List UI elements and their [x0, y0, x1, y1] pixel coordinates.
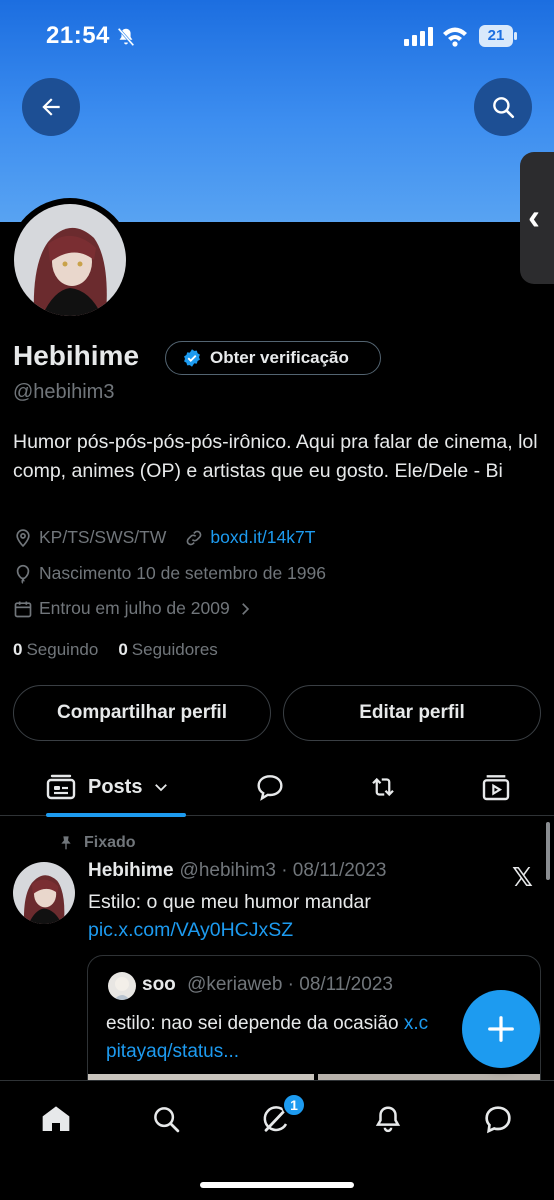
grok-badge: 1	[282, 1093, 306, 1117]
get-verified-label: Obter verificação	[210, 348, 349, 367]
profile-joined-row[interactable]: Entrou em julho de 2009	[13, 598, 260, 619]
quote-link[interactable]: x.c	[404, 1013, 428, 1034]
tab-reposts[interactable]	[366, 758, 400, 816]
tab-posts-label: Posts	[88, 775, 143, 798]
search-button[interactable]	[474, 78, 532, 136]
profile-birth-row: Nascimento 10 de setembro de 1996	[13, 563, 326, 584]
back-button[interactable]	[22, 78, 80, 136]
chat-bubble-icon	[485, 1106, 511, 1134]
wifi-icon	[443, 27, 467, 47]
followers-count: 0	[118, 640, 128, 659]
bell-icon	[375, 1106, 401, 1133]
location-pin-icon	[16, 528, 30, 547]
search-icon	[493, 97, 515, 119]
chevron-right-icon	[241, 602, 249, 615]
arrow-left-icon	[42, 98, 60, 116]
scrollbar[interactable]	[546, 822, 550, 880]
profile-avatar[interactable]	[8, 198, 132, 322]
profile-bio: Humor pós-pós-pós-pós-irônico. Aqui pra …	[13, 431, 538, 482]
side-panel-handle[interactable]: ‹	[520, 152, 554, 284]
avatar-image	[13, 862, 75, 924]
repost-icon	[372, 777, 394, 797]
tweet-author-name: Hebihime	[88, 860, 174, 881]
quote-header: soo @keriaweb · 08/11/2023	[142, 974, 393, 996]
tweet-author-meta: @hebihim3 · 08/11/2023	[179, 860, 387, 881]
search-icon	[154, 1107, 180, 1133]
balloon-icon	[16, 564, 30, 584]
status-time: 21:54	[46, 22, 110, 49]
nav-notifications[interactable]	[368, 1099, 408, 1139]
nav-home[interactable]	[36, 1099, 76, 1139]
home-indicator[interactable]	[200, 1182, 354, 1188]
follow-stats: 0 Seguindo 0 Seguidores	[13, 640, 218, 660]
posts-tab-icon	[46, 774, 76, 800]
silent-bell-icon	[117, 27, 135, 47]
pinned-indicator: Fixado	[58, 834, 136, 852]
share-profile-button[interactable]: Compartilhar perfil	[13, 685, 271, 741]
speech-bubble-icon	[257, 775, 283, 801]
pinned-label: Fixado	[84, 834, 136, 851]
battery-level: 21	[487, 27, 505, 44]
tab-posts[interactable]: Posts	[46, 758, 186, 817]
nav-messages[interactable]	[478, 1099, 518, 1139]
tweet-header[interactable]: Hebihime @hebihim3 · 08/11/2023	[88, 860, 387, 882]
following-label: Seguindo	[26, 640, 99, 659]
cellular-signal-icon	[404, 27, 433, 46]
quote-author-meta: @keriaweb · 08/11/2023	[187, 974, 393, 995]
followers-label: Seguidores	[131, 640, 218, 659]
verified-badge-icon	[184, 349, 200, 367]
status-bar: 21:54 21	[0, 0, 554, 70]
edit-profile-button[interactable]: Editar perfil	[283, 685, 541, 741]
profile-meta-row: KP/TS/SWS/TW boxd.it/14k7T	[13, 527, 315, 548]
video-gallery-icon	[482, 775, 510, 801]
tweet-text[interactable]: Estilo: o que meu humor mandar pic.x.com…	[88, 888, 508, 944]
profile-name: Hebihime	[13, 340, 140, 371]
avatar-image	[14, 204, 126, 316]
quote-body: estilo: nao sei depende da ocasião	[106, 1013, 404, 1034]
pin-icon	[61, 836, 71, 850]
compose-button[interactable]	[462, 990, 540, 1068]
plus-icon	[488, 1016, 514, 1042]
profile-handle: @hebihim3	[13, 381, 115, 403]
profile-birth: Nascimento 10 de setembro de 1996	[39, 563, 326, 583]
tab-media[interactable]	[480, 758, 512, 816]
x-logo-icon: 𝕏	[512, 862, 533, 892]
profile-joined: Entrou em julho de 2009	[39, 598, 230, 618]
chevron-left-icon: ‹	[528, 196, 540, 237]
tweet-author-avatar[interactable]	[13, 862, 75, 924]
following-stat[interactable]: 0 Seguindo	[13, 640, 98, 660]
nav-explore[interactable]	[146, 1099, 186, 1139]
profile-location: KP/TS/SWS/TW	[39, 527, 167, 547]
chevron-down-icon	[155, 784, 168, 792]
profile-tabs: Posts	[0, 758, 554, 817]
quote-link-cont[interactable]: pitayaq/status...	[106, 1041, 239, 1062]
quote-author-avatar	[108, 972, 136, 1000]
tweet-body: Estilo: o que meu humor mandar	[88, 891, 371, 913]
home-icon	[42, 1106, 70, 1131]
avatar-image	[108, 972, 136, 1000]
get-verified-button[interactable]: Obter verificação	[165, 341, 381, 375]
link-icon	[187, 530, 202, 545]
profile-website-link[interactable]: boxd.it/14k7T	[210, 527, 315, 548]
tab-replies[interactable]	[254, 758, 286, 816]
tweet-media-link[interactable]: pic.x.com/VAy0HCJxSZ	[88, 919, 293, 941]
quote-author-name: soo	[142, 974, 176, 995]
calendar-icon	[14, 601, 32, 617]
following-count: 0	[13, 640, 23, 659]
followers-stat[interactable]: 0 Seguidores	[118, 640, 217, 660]
active-tab-indicator	[46, 813, 186, 817]
